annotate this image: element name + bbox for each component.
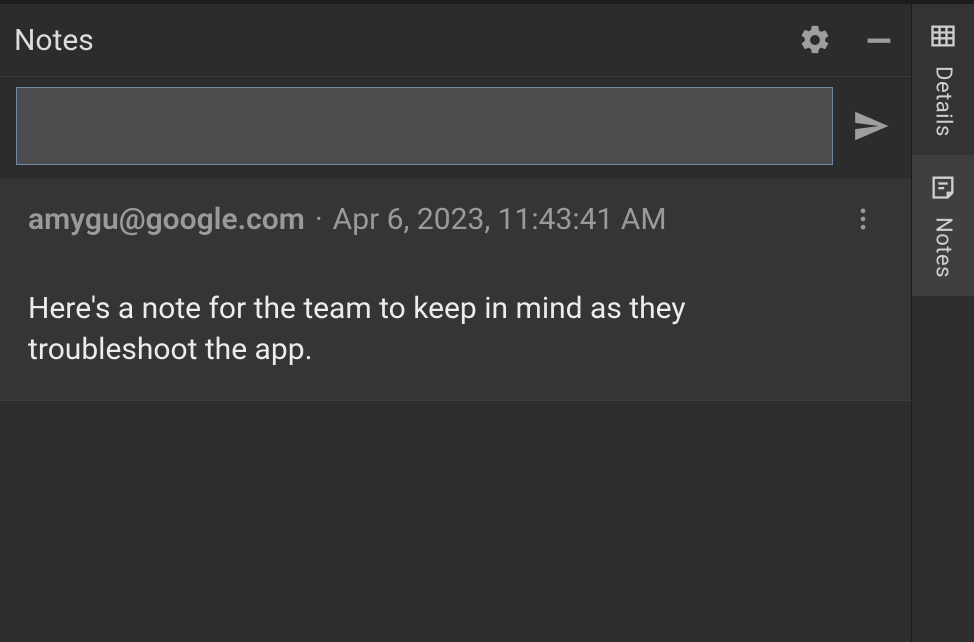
- panel-title: Notes: [14, 23, 795, 58]
- note-timestamp: Apr 6, 2023, 11:43:41 AM: [333, 202, 843, 237]
- compose-row: [0, 76, 911, 179]
- note-body: Here's a note for the team to keep in mi…: [28, 289, 848, 370]
- rail-tab-details[interactable]: Details: [912, 4, 974, 155]
- panel-header: Notes: [0, 4, 911, 76]
- header-actions: [795, 20, 901, 60]
- minimize-icon: [862, 23, 896, 57]
- more-vert-icon: [849, 205, 877, 233]
- note-author: amygu@google.com: [28, 202, 305, 237]
- rail-filler: [912, 296, 974, 642]
- note-separator: ·: [305, 202, 333, 237]
- note-item: amygu@google.com · Apr 6, 2023, 11:43:41…: [0, 179, 911, 401]
- notes-panel-root: Notes: [0, 0, 974, 642]
- send-icon: [852, 107, 890, 145]
- gear-icon: [798, 23, 832, 57]
- minimize-button[interactable]: [859, 20, 899, 60]
- side-rail: Details Notes: [912, 4, 974, 642]
- grid-icon: [929, 22, 957, 56]
- settings-button[interactable]: [795, 20, 835, 60]
- notes-main: Notes: [0, 4, 912, 642]
- rail-label-notes: Notes: [931, 217, 956, 278]
- rail-label-details: Details: [931, 66, 956, 137]
- rail-tab-notes[interactable]: Notes: [912, 155, 974, 296]
- send-button[interactable]: [847, 102, 895, 150]
- note-menu-button[interactable]: [843, 199, 883, 239]
- note-input[interactable]: [16, 87, 833, 165]
- note-header: amygu@google.com · Apr 6, 2023, 11:43:41…: [28, 199, 883, 239]
- note-icon: [929, 173, 957, 207]
